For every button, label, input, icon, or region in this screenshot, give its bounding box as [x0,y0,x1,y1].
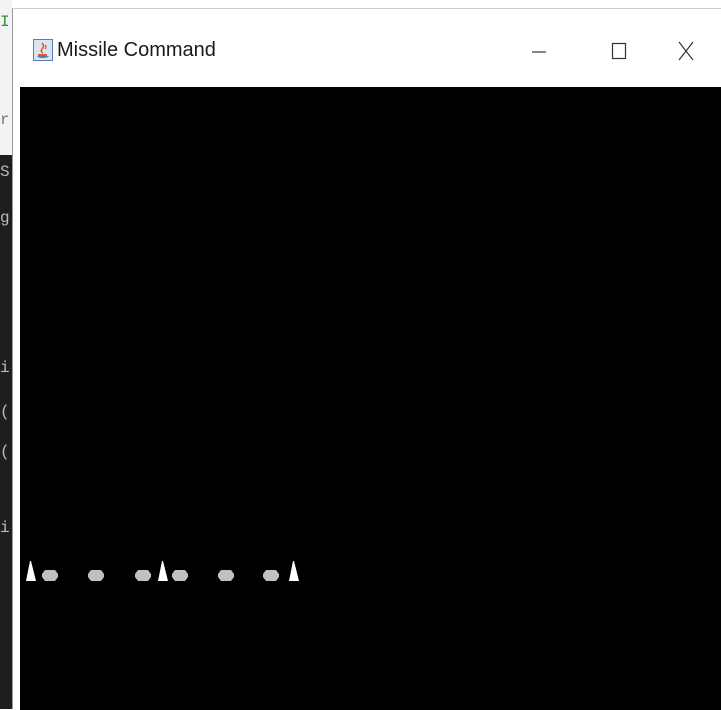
window-title: Missile Command [57,39,216,61]
background-code-editor: I r S g i ( ( i [0,0,12,709]
background-editor-dark-pane [0,155,12,709]
close-button[interactable] [663,29,709,73]
left-missile-base [26,561,36,581]
right-missile-base [289,561,299,581]
playfield [26,561,299,581]
java-coffee-cup-icon [33,39,53,61]
close-icon [678,41,694,61]
minimize-icon [532,51,546,53]
editor-fragment: I [0,13,10,31]
editor-fragment: g [0,209,10,227]
city-4 [172,570,188,581]
editor-fragment: i [0,359,10,377]
editor-fragment: ( [0,443,10,461]
city-3 [135,570,151,581]
city-1 [42,570,58,581]
city-2 [88,570,104,581]
maximize-button[interactable] [596,29,642,73]
city-6 [263,570,279,581]
city-5 [218,570,234,581]
game-window: Missile Command [12,8,721,710]
maximize-icon [611,42,627,60]
editor-fragment: r [0,111,10,129]
center-missile-base [158,561,168,581]
minimize-button[interactable] [516,29,562,73]
title-bar[interactable]: Missile Command [13,9,721,87]
editor-fragment: ( [0,403,10,421]
editor-fragment: i [0,519,10,537]
editor-fragment: S [0,163,10,181]
game-canvas[interactable] [20,87,721,710]
